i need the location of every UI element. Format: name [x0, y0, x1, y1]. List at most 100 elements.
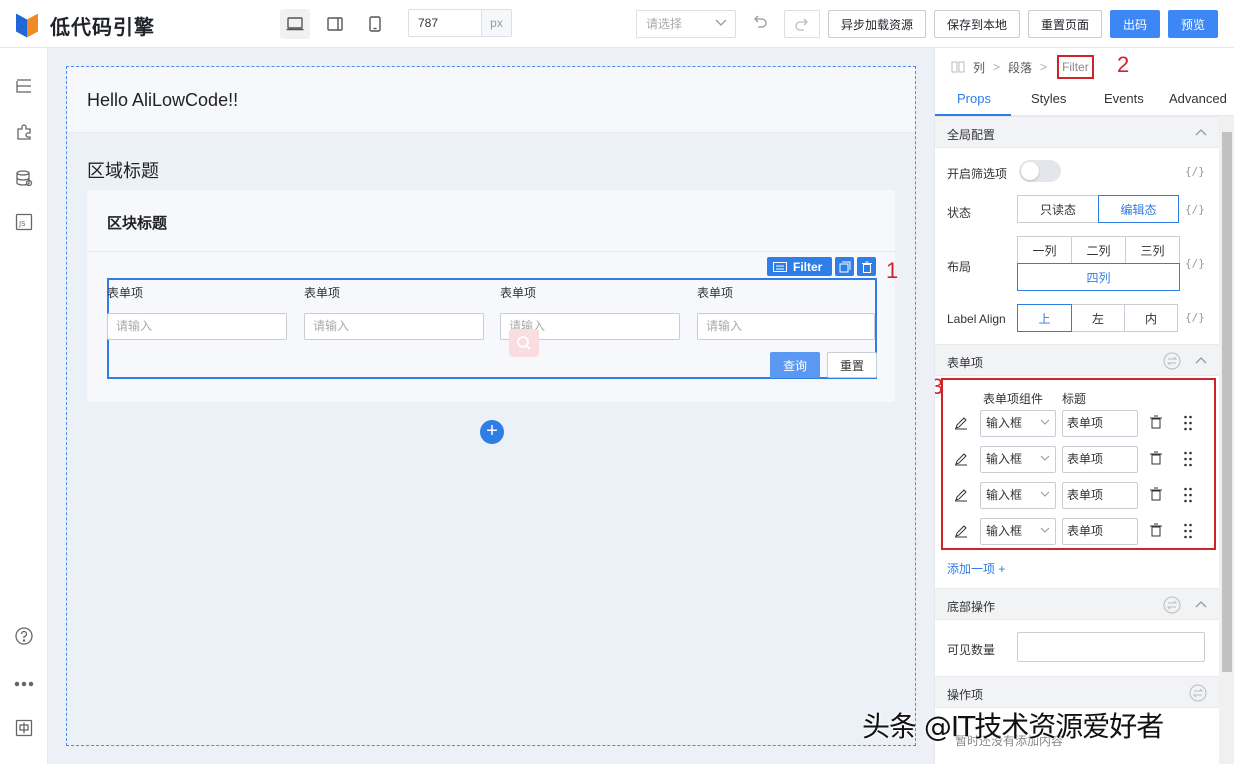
selection-component-tag[interactable]: Filter: [767, 257, 833, 276]
query-button[interactable]: 查询: [770, 352, 820, 378]
list-item: 输入框 表单项: [943, 410, 1218, 438]
filter-item-1: 表单项 请输入: [107, 284, 289, 340]
edit-icon[interactable]: [954, 524, 968, 538]
data-source-icon[interactable]: [14, 168, 34, 188]
title-input[interactable]: 表单项: [1062, 518, 1138, 545]
tab-props[interactable]: Props: [957, 91, 991, 106]
breadcrumb-item-column[interactable]: 列: [973, 59, 985, 76]
layout-option-one[interactable]: 一列: [1017, 236, 1072, 264]
enable-filter-switch[interactable]: [1019, 160, 1061, 182]
layout-label: 布局: [947, 260, 972, 274]
help-icon[interactable]: [14, 626, 34, 646]
area-title: 区域标题: [87, 161, 159, 181]
canvas-width-input[interactable]: 787 px: [408, 9, 512, 37]
chevron-down-icon: [715, 19, 727, 26]
component-select[interactable]: 输入框: [980, 446, 1056, 473]
actions-header[interactable]: 操作项: [935, 676, 1219, 708]
desktop-device-button[interactable]: [280, 9, 310, 39]
variable-binding-icon[interactable]: {/}: [1185, 311, 1205, 324]
device-switcher: [280, 9, 390, 39]
filter-item-2: 表单项 请输入: [304, 284, 486, 340]
tab-events[interactable]: Events: [1104, 91, 1144, 106]
filter-item-input[interactable]: 请输入: [304, 313, 484, 340]
variable-binding-icon[interactable]: {/}: [1185, 257, 1205, 270]
trash-icon[interactable]: [1149, 451, 1163, 465]
status-option-edit[interactable]: 编辑态: [1098, 195, 1179, 223]
page-header[interactable]: Hello AliLowCode!!: [67, 67, 915, 133]
filter-item-input[interactable]: 请输入: [107, 313, 287, 340]
component-select[interactable]: 输入框: [980, 410, 1056, 437]
tab-advanced[interactable]: Advanced: [1169, 91, 1227, 106]
canvas-width-value[interactable]: 787: [409, 10, 481, 36]
more-icon[interactable]: [14, 674, 34, 694]
reset-button[interactable]: 重置: [827, 352, 877, 378]
mobile-device-button[interactable]: [360, 9, 390, 39]
chevron-down-icon: [1040, 419, 1050, 425]
outline-tree-icon[interactable]: [14, 76, 34, 96]
visible-count-input[interactable]: [1017, 632, 1205, 662]
form-items-header[interactable]: 表单项: [935, 344, 1219, 376]
breadcrumb-item-paragraph[interactable]: 段落: [1008, 59, 1032, 76]
drag-handle-icon[interactable]: [1183, 415, 1193, 431]
filter-item-input[interactable]: 请输入: [697, 313, 875, 340]
global-config-header[interactable]: 全局配置: [935, 116, 1219, 148]
tab-styles[interactable]: Styles: [1031, 91, 1066, 106]
title-input[interactable]: 表单项: [1062, 482, 1138, 509]
tablet-device-button[interactable]: [320, 9, 350, 39]
layout-option-four[interactable]: 四列: [1017, 263, 1180, 291]
preview-button[interactable]: 预览: [1168, 10, 1218, 38]
edit-icon[interactable]: [954, 488, 968, 502]
edit-icon[interactable]: [954, 452, 968, 466]
trash-icon[interactable]: [1149, 487, 1163, 501]
variable-binding-icon[interactable]: {/}: [1185, 165, 1205, 178]
undo-button[interactable]: [752, 14, 768, 31]
component-select[interactable]: 输入框: [980, 482, 1056, 509]
filter-component[interactable]: 表单项 请输入 表单项 请输入 表单项 请输入 表单项 请输入 查询 重置: [107, 278, 877, 379]
component-select[interactable]: 输入框: [980, 518, 1056, 545]
variable-binding-icon[interactable]: {/}: [1185, 203, 1205, 216]
breadcrumb-separator: >: [1040, 60, 1048, 74]
copy-component-button[interactable]: [835, 257, 855, 276]
bottom-actions-header[interactable]: 底部操作: [935, 588, 1219, 620]
component-icon: [773, 261, 787, 272]
layout-option-two[interactable]: 二列: [1071, 236, 1126, 264]
drag-handle-icon[interactable]: [1183, 523, 1193, 539]
scrollbar-thumb[interactable]: [1222, 132, 1232, 672]
label-align-left[interactable]: 左: [1071, 304, 1125, 332]
reset-page-button[interactable]: 重置页面: [1028, 10, 1102, 38]
component-select-value: 输入框: [986, 488, 1023, 502]
code-editor-icon[interactable]: JS: [14, 212, 34, 232]
left-sidebar: JS: [0, 48, 48, 764]
label-align-top[interactable]: 上: [1017, 304, 1072, 332]
trash-icon[interactable]: [1149, 415, 1163, 429]
page-frame[interactable]: Hello AliLowCode!! 区域标题 区块标题 Filter 表单项 …: [66, 66, 916, 746]
group-title: 操作项: [947, 688, 984, 702]
export-code-button[interactable]: 出码: [1110, 10, 1160, 38]
trash-icon[interactable]: [1149, 523, 1163, 537]
locale-select[interactable]: 请选择: [636, 10, 736, 38]
add-component-button[interactable]: +: [480, 420, 504, 444]
status-option-readonly[interactable]: 只读态: [1017, 195, 1099, 223]
delete-component-button[interactable]: [857, 257, 877, 276]
design-canvas: Hello AliLowCode!! 区域标题 区块标题 Filter 表单项 …: [48, 48, 934, 764]
label-align-inner[interactable]: 内: [1124, 304, 1178, 332]
add-item-link[interactable]: 添加一项 +: [947, 560, 1005, 577]
layout-option-three[interactable]: 三列: [1125, 236, 1180, 264]
selection-component-name: Filter: [793, 259, 823, 274]
title-input[interactable]: 表单项: [1062, 410, 1138, 437]
component-library-icon[interactable]: [14, 122, 34, 142]
redo-button[interactable]: [784, 10, 820, 38]
content-block[interactable]: 区块标题 Filter 表单项 请输入 表单项 请输入 表单项 请输入 表单项 …: [87, 190, 895, 402]
title-input[interactable]: 表单项: [1062, 446, 1138, 473]
list-item: 输入框 表单项: [943, 518, 1218, 546]
edit-icon[interactable]: [954, 416, 968, 430]
language-switch-icon[interactable]: [14, 718, 34, 738]
save-local-button[interactable]: 保存到本地: [934, 10, 1020, 38]
drag-handle-icon[interactable]: [1183, 487, 1193, 503]
breadcrumb-item-filter[interactable]: Filter: [1057, 55, 1094, 79]
panel-scrollbar[interactable]: [1219, 116, 1234, 764]
list-item: 输入框 表单项: [943, 446, 1218, 474]
async-load-button[interactable]: 异步加载资源: [828, 10, 926, 38]
drag-handle-icon[interactable]: [1183, 451, 1193, 467]
settings-panel: 列 > 段落 > Filter 2 Props Styles Events Ad…: [934, 48, 1234, 764]
